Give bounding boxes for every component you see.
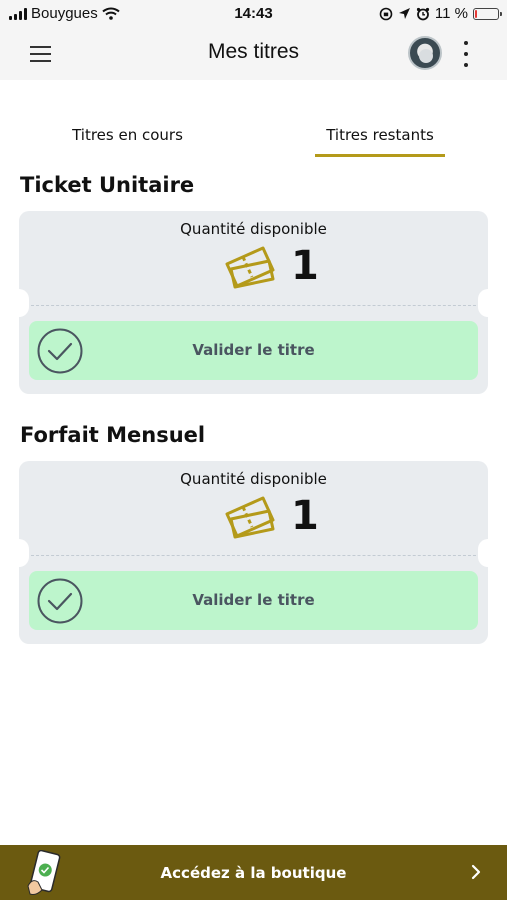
section-title: Ticket Unitaire — [20, 173, 195, 197]
avatar[interactable] — [408, 36, 442, 70]
app-header: Mes titres — [0, 28, 507, 80]
battery-percent: 11 % — [434, 5, 468, 22]
location-icon — [398, 8, 410, 19]
status-bar: Bouygues 14:43 11 % — [0, 0, 507, 28]
tab-titres-en-cours[interactable]: Titres en cours — [50, 126, 205, 144]
orientation-lock-icon — [379, 7, 393, 20]
quantity-label: Quantité disponible — [180, 220, 327, 238]
ticket-icon — [225, 496, 275, 539]
battery-icon — [473, 7, 502, 20]
validate-button-label: Valider le titre — [192, 591, 315, 609]
quantity-label: Quantité disponible — [180, 470, 327, 488]
ticket-card: Quantité disponible 1 Valider le titre — [19, 461, 488, 644]
shop-banner-label: Accédez à la boutique — [160, 864, 347, 882]
quantity-value: 1 — [291, 243, 319, 289]
ticket-divider — [31, 555, 476, 556]
ticket-card: Quantité disponible 1 Valider le titre — [19, 211, 488, 394]
quantity-value: 1 — [291, 493, 319, 539]
ticket-icon — [225, 246, 275, 289]
validate-button[interactable]: Valider le titre — [29, 571, 478, 630]
kebab-icon[interactable] — [458, 41, 474, 67]
alarm-icon — [416, 7, 430, 20]
tab-titres-restants[interactable]: Titres restants — [315, 126, 445, 144]
shop-banner[interactable]: Accédez à la boutique — [0, 845, 507, 900]
validate-button-label: Valider le titre — [192, 341, 315, 359]
validate-button[interactable]: Valider le titre — [29, 321, 478, 380]
ticket-divider — [31, 305, 476, 306]
battery-fill — [475, 9, 477, 18]
active-tab-indicator — [315, 154, 445, 157]
chevron-right-icon — [471, 864, 481, 880]
section-title: Forfait Mensuel — [20, 423, 206, 447]
status-right: 11 % — [379, 5, 502, 22]
